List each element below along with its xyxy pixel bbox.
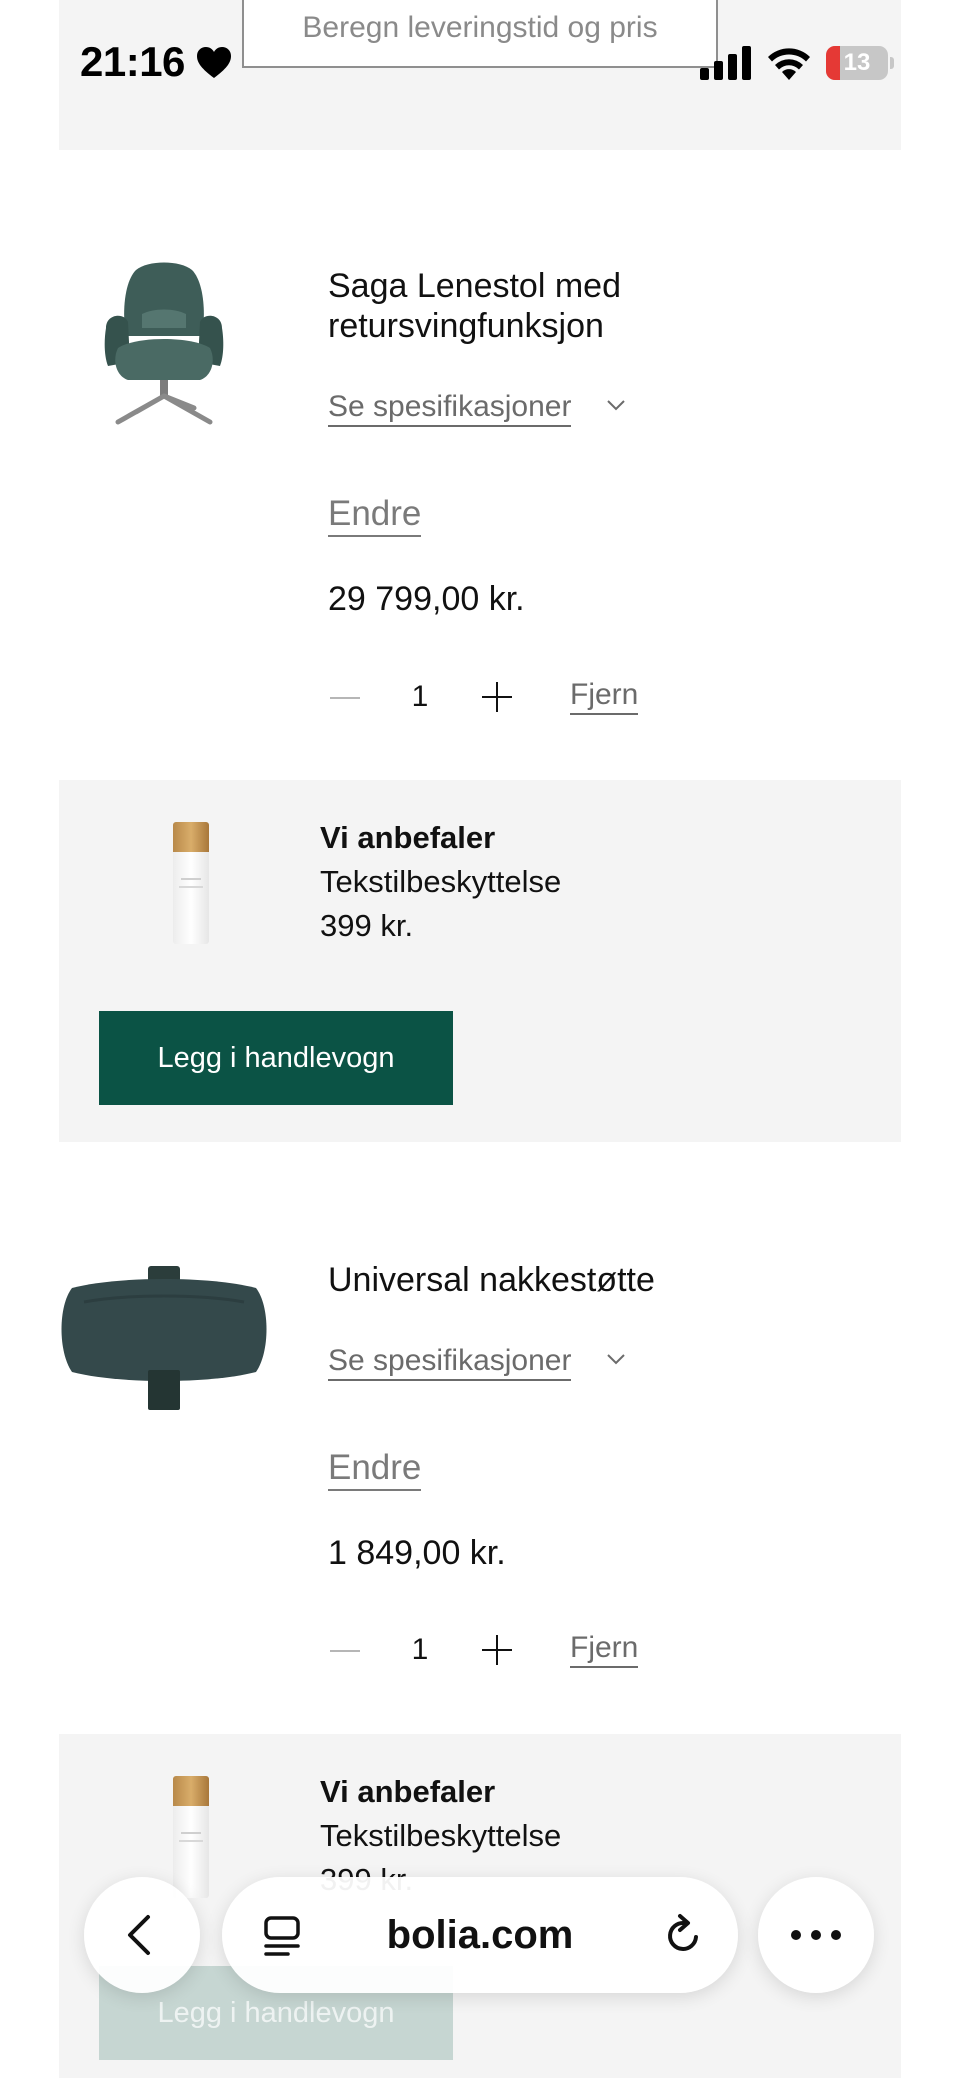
recommendation-price: 399 kr.	[320, 908, 414, 943]
headrest-product-image[interactable]	[58, 1266, 270, 1410]
textile-protection-product-image[interactable]	[173, 1776, 209, 1898]
remove-item-link[interactable]: Fjern	[570, 678, 639, 715]
add-to-cart-button[interactable]: Legg i handlevogn	[99, 1011, 453, 1105]
chevron-left-icon	[128, 1915, 150, 1955]
recommendation-product-name[interactable]: Tekstilbeskyttelse	[320, 1818, 561, 1854]
quantity-increase-button[interactable]	[482, 682, 512, 712]
recommendation-heading: Vi anbefaler	[320, 820, 496, 855]
chevron-down-icon	[607, 1354, 625, 1365]
quantity-decrease-button[interactable]	[330, 1650, 360, 1652]
specifications-toggle[interactable]: Se spesifikasjoner	[328, 390, 625, 427]
heart-icon	[197, 47, 231, 78]
product-title[interactable]: Universal nakkestøtte	[328, 1260, 655, 1300]
chevron-down-icon	[607, 400, 625, 411]
more-options-icon	[791, 1930, 841, 1940]
wifi-icon	[768, 48, 810, 80]
product-title-continued[interactable]: retursvingfunksjon	[328, 306, 604, 346]
quantity-value: 1	[411, 680, 429, 713]
product-price: 29 799,00 kr.	[328, 580, 525, 618]
reload-icon[interactable]	[662, 1913, 706, 1957]
change-product-link[interactable]: Endre	[328, 494, 422, 537]
status-time: 21:16	[80, 38, 185, 85]
textile-protection-product-image[interactable]	[173, 822, 209, 944]
battery-indicator: 13	[826, 46, 894, 80]
delivery-estimate-button[interactable]: Beregn leveringstid og pris	[242, 0, 718, 68]
browser-back-button[interactable]	[84, 1877, 200, 1993]
specifications-toggle[interactable]: Se spesifikasjoner	[328, 1344, 625, 1381]
cellular-signal-icon	[700, 46, 751, 80]
armchair-product-image[interactable]	[96, 262, 232, 428]
product-title[interactable]: Saga Lenestol med	[328, 266, 621, 306]
specifications-label: Se spesifikasjoner	[328, 390, 572, 427]
browser-more-button[interactable]	[758, 1877, 874, 1993]
battery-level: 13	[843, 49, 871, 76]
change-product-link[interactable]: Endre	[328, 1448, 422, 1491]
quantity-decrease-button[interactable]	[330, 697, 360, 699]
address-bar[interactable]: bolia.com	[222, 1877, 738, 1993]
recommendation-product-name[interactable]: Tekstilbeskyttelse	[320, 864, 561, 900]
specifications-label: Se spesifikasjoner	[328, 1344, 572, 1381]
url-text: bolia.com	[386, 1913, 574, 1957]
recommendation-heading: Vi anbefaler	[320, 1774, 496, 1809]
remove-item-link[interactable]: Fjern	[570, 1631, 639, 1668]
quantity-increase-button[interactable]	[482, 1635, 512, 1665]
product-price: 1 849,00 kr.	[328, 1534, 506, 1572]
quantity-value: 1	[411, 1633, 429, 1666]
